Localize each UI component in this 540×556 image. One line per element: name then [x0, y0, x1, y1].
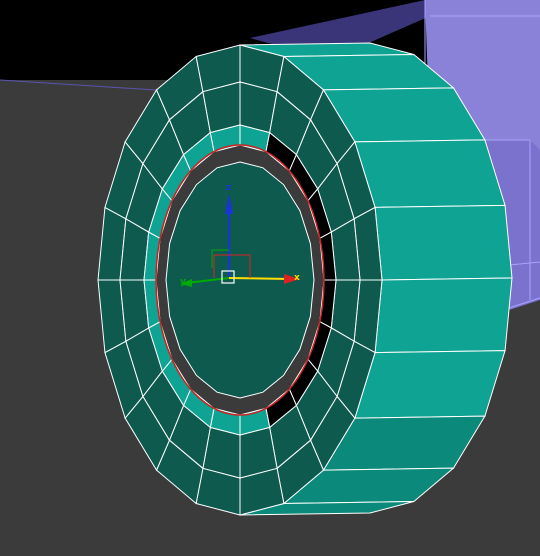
scene-canvas[interactable]: [0, 0, 540, 556]
gizmo-x-axis[interactable]: [228, 277, 291, 280]
rim-face: [354, 139, 506, 208]
gizmo-y-label: y: [180, 277, 186, 287]
gizmo-x-label: x: [294, 273, 300, 283]
rim-face: [374, 204, 513, 281]
rim-face: [374, 277, 513, 354]
gizmo-z-label: z: [226, 183, 232, 193]
rim-face: [354, 350, 506, 419]
3d-viewport[interactable]: z x y: [0, 0, 540, 556]
